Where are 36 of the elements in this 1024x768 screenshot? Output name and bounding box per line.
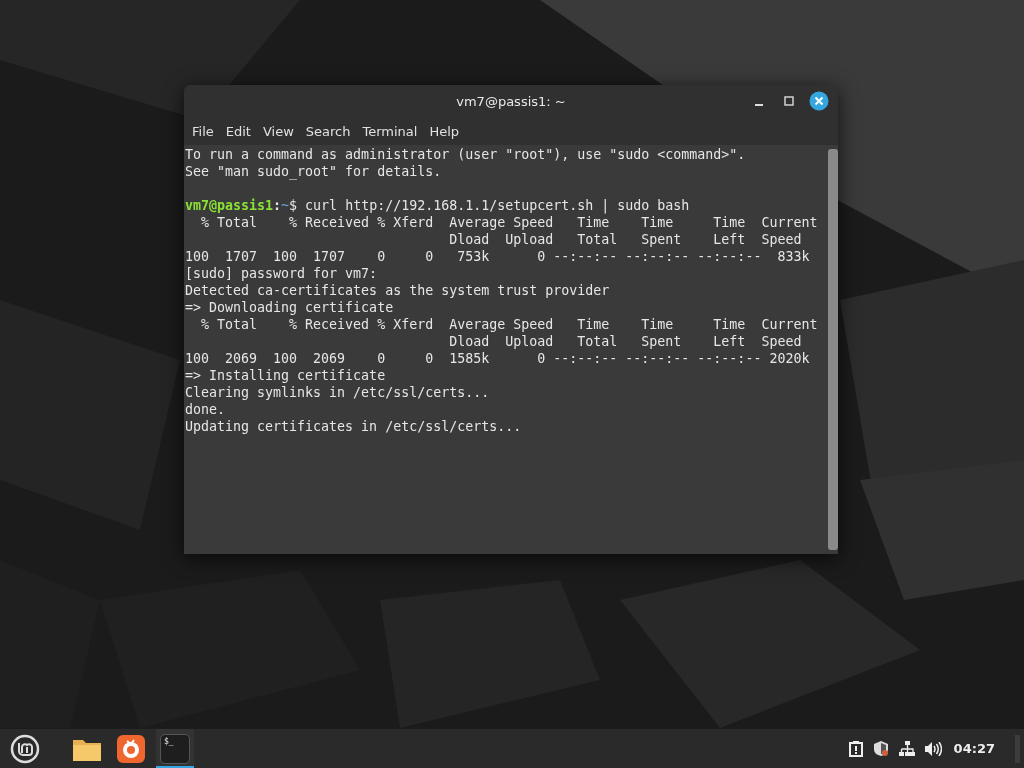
terminal-line: Clearing symlinks in /etc/ssl/certs... [185, 384, 490, 401]
terminal-line: % Total % Received % Xferd Average Speed Time Time Time Current [200, 316, 818, 333]
shield-icon[interactable] [872, 740, 889, 757]
maximize-icon [784, 96, 794, 106]
menu-item[interactable]: View [256, 120, 300, 142]
minimize-icon [755, 104, 763, 106]
terminal-area[interactable] [184, 145, 838, 554]
terminal-line: To run a command as administrator (user "root"), use "sudo <command>". [185, 146, 746, 163]
clock[interactable]: 04:27 [953, 741, 995, 756]
close-button[interactable] [808, 90, 830, 112]
menu-item[interactable]: Help [423, 120, 466, 142]
terminal-line: Updating certificates in /etc/ssl/certs... [185, 418, 522, 435]
terminal-line: done. [185, 401, 226, 418]
terminal-line: Dload Upload Total Spent Left Speed [448, 231, 802, 248]
terminal-line: 100 1707 100 1707 0 0 753k 0 --:--:-- --:--:-- --:--:-- 833k [185, 248, 810, 265]
clipboard-icon[interactable] [848, 740, 863, 757]
terminal-line: 100 2069 100 2069 0 0 1585k 0 --:--:-- --:--:-- --:--:-- 2020k [185, 350, 810, 367]
prompt-line: vm7@passis1:~$ curl http://192.168.1.1/setupcert.sh | sudo bash [185, 197, 690, 214]
terminal-line: % Total % Received % Xferd Average Speed Time Time Time Current [200, 214, 818, 231]
terminal-line: => Downloading certificate [185, 299, 394, 316]
scrollbar-thumb[interactable] [828, 149, 838, 550]
terminal-line: => Installing certificate [185, 367, 386, 384]
close-icon [809, 91, 829, 111]
window-title: vm7@passis1: ~ [456, 93, 566, 109]
terminal-line: See "man sudo_root" for details. [185, 163, 442, 180]
terminal-line: Detected ca-certificates as the system trust provider [185, 282, 610, 299]
volume-icon[interactable] [924, 741, 942, 756]
terminal-line: [sudo] password for vm7: [185, 265, 378, 282]
terminal-line: Dload Upload Total Spent Left Speed [448, 333, 802, 350]
browser-icon [117, 734, 145, 763]
network-icon[interactable] [898, 740, 915, 757]
menu-item[interactable]: Search [299, 120, 357, 142]
menu-item[interactable]: File [186, 120, 220, 142]
mint-logo-icon [10, 733, 40, 764]
menu-item[interactable]: Terminal [356, 120, 424, 142]
menu-item[interactable]: Edit [219, 120, 257, 142]
